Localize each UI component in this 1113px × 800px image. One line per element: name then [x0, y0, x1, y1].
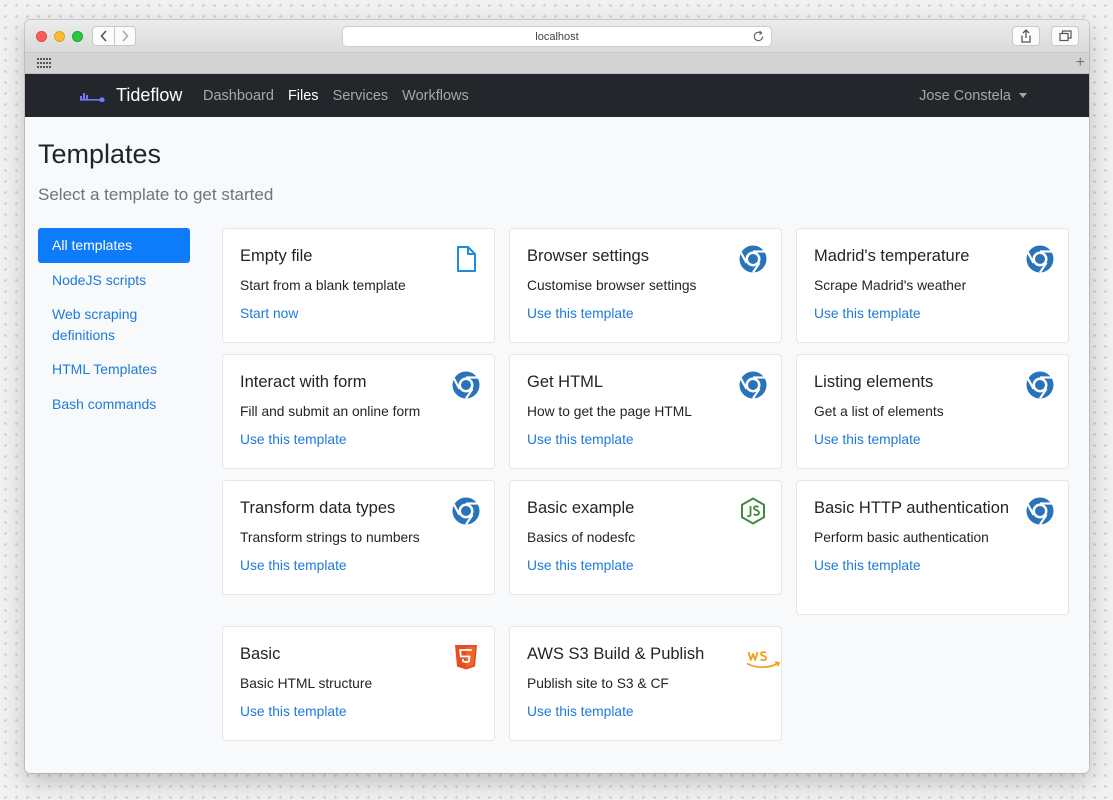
card-description: Start from a blank template [240, 277, 406, 293]
browser-titlebar: localhost [25, 20, 1089, 53]
card-title: Interact with form [240, 373, 367, 391]
tab-strip: + [25, 53, 1089, 74]
card-title: Empty file [240, 247, 313, 265]
use-template-link[interactable]: Use this template [527, 703, 634, 721]
user-name: Jose Constela [919, 87, 1011, 104]
card-description: Get a list of elements [814, 403, 944, 419]
template-card-get-html: Get HTML How to get the page HTML Use th… [509, 354, 782, 469]
sidebar-item-nodejs-scripts[interactable]: NodeJS scripts [38, 263, 190, 298]
card-description: Transform strings to numbers [240, 529, 420, 545]
url-text: localhost [535, 30, 579, 43]
card-title: Get HTML [527, 373, 604, 391]
template-card-listing-elements: Listing elements Get a list of elements … [796, 354, 1069, 469]
chrome-icon [1026, 371, 1054, 399]
chrome-icon [739, 245, 767, 273]
sidebar-item-web-scraping[interactable]: Web scraping definitions [38, 297, 190, 352]
card-title: Basic HTTP authentication [814, 499, 1010, 517]
card-title: Transform data types [240, 499, 396, 517]
grid-icon[interactable] [37, 58, 51, 68]
template-card-interact-with-form: Interact with form Fill and submit an on… [222, 354, 495, 469]
user-menu[interactable]: Jose Constela [919, 74, 1027, 117]
use-template-link[interactable]: Use this template [527, 305, 634, 323]
nav-dashboard[interactable]: Dashboard [203, 88, 274, 104]
sidebar-item-all-templates[interactable]: All templates [38, 228, 190, 263]
nav-files[interactable]: Files [288, 88, 319, 104]
use-template-link[interactable]: Use this template [240, 431, 347, 449]
template-card-browser-settings: Browser settings Customise browser setti… [509, 228, 782, 343]
card-description: Publish site to S3 & CF [527, 675, 669, 691]
forward-button[interactable] [114, 26, 136, 46]
tabs-overview-button[interactable] [1051, 26, 1079, 46]
card-title: Listing elements [814, 373, 934, 391]
use-template-link[interactable]: Use this template [527, 557, 634, 575]
use-template-link[interactable]: Use this template [814, 557, 921, 575]
chevron-left-icon [99, 30, 107, 42]
template-categories: All templates NodeJS scripts Web scrapin… [38, 228, 190, 421]
browser-window: localhost + Tideflow Dashboard Files Ser… [25, 20, 1089, 773]
reload-icon[interactable] [752, 30, 765, 43]
brand-name: Tideflow [116, 85, 183, 105]
card-title: Basic [240, 645, 281, 663]
html5-icon [452, 643, 480, 671]
share-button[interactable] [1012, 26, 1040, 46]
chevron-right-icon [122, 30, 129, 42]
chrome-icon [1026, 245, 1054, 273]
use-template-link[interactable]: Use this template [527, 431, 634, 449]
use-template-link[interactable]: Use this template [240, 703, 347, 721]
page-title: Templates [38, 139, 162, 169]
maximize-window-button[interactable] [72, 31, 83, 42]
chrome-icon [452, 497, 480, 525]
close-window-button[interactable] [36, 31, 47, 42]
back-button[interactable] [92, 26, 114, 46]
use-template-link[interactable]: Use this template [814, 431, 921, 449]
nav-workflows[interactable]: Workflows [402, 88, 469, 104]
top-navbar: Tideflow Dashboard Files Services Workfl… [25, 74, 1089, 117]
chrome-icon [452, 371, 480, 399]
card-description: Perform basic authentication [814, 529, 989, 545]
nodejs-icon [739, 497, 767, 525]
use-template-link[interactable]: Use this template [814, 305, 921, 323]
nav-services[interactable]: Services [333, 88, 389, 104]
template-card-empty-file: Empty file Start from a blank template S… [222, 228, 495, 343]
card-title: Browser settings [527, 247, 649, 265]
page-subtitle: Select a template to get started [38, 185, 274, 204]
tabs-icon [1058, 30, 1072, 42]
template-card-madrid-temperature: Madrid's temperature Scrape Madrid's wea… [796, 228, 1069, 343]
template-card-basic: Basic Basic HTML structure Use this temp… [222, 626, 495, 741]
card-description: How to get the page HTML [527, 403, 692, 419]
share-icon [1021, 29, 1031, 43]
card-title: Madrid's temperature [814, 247, 970, 265]
template-card-aws-s3-build-publish: AWS S3 Build & Publish Publish site to S… [509, 626, 782, 741]
card-description: Basic HTML structure [240, 675, 373, 691]
use-template-link[interactable]: Use this template [240, 557, 347, 575]
brand[interactable]: Tideflow [80, 74, 182, 117]
caret-down-icon [1019, 93, 1027, 98]
chrome-icon [1026, 497, 1054, 525]
minimize-window-button[interactable] [54, 31, 65, 42]
sidebar-item-html-templates[interactable]: HTML Templates [38, 352, 190, 387]
template-card-basic-example: Basic example Basics of nodesfc Use this… [509, 480, 782, 595]
card-title: AWS S3 Build & Publish [527, 645, 705, 663]
main-content: Templates Select a template to get start… [25, 117, 1089, 773]
tideflow-logo-icon [80, 92, 105, 102]
new-tab-icon[interactable]: + [1076, 53, 1085, 73]
file-icon [452, 245, 480, 273]
address-bar[interactable]: localhost [342, 26, 772, 47]
chrome-icon [739, 371, 767, 399]
card-description: Fill and submit an online form [240, 403, 421, 419]
template-card-transform-data-types: Transform data types Transform strings t… [222, 480, 495, 595]
card-title: Basic example [527, 499, 635, 517]
card-description: Scrape Madrid's weather [814, 277, 967, 293]
sidebar-item-bash-commands[interactable]: Bash commands [38, 387, 190, 422]
card-description: Basics of nodesfc [527, 529, 636, 545]
template-card-basic-http-authentication: Basic HTTP authentication Perform basic … [796, 480, 1069, 615]
main-nav: Dashboard Files Services Workflows [203, 74, 483, 117]
card-description: Customise browser settings [527, 277, 697, 293]
start-now-link[interactable]: Start now [240, 305, 298, 323]
aws-icon [745, 643, 781, 671]
history-buttons [92, 26, 136, 46]
